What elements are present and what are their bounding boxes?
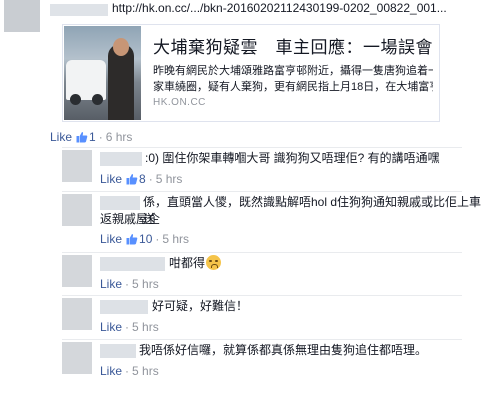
like-button[interactable]: Like — [100, 277, 122, 291]
link-preview-description-line: 家車繞圈，疑有人棄狗，更有網民指上月18日，在大埔富亨邨... — [153, 81, 433, 93]
commenter-avatar[interactable] — [62, 342, 92, 374]
commenter-avatar[interactable] — [62, 194, 92, 226]
commenter-avatar[interactable] — [62, 298, 92, 330]
commenter-avatar[interactable] — [62, 150, 92, 182]
comment-actions: Like · 5 hrs — [100, 277, 159, 291]
like-button[interactable]: Like — [50, 130, 72, 144]
comment-text: 咁都得 — [169, 255, 222, 272]
link-preview-card[interactable]: 大埔棄狗疑雲 車主回應：一場誤會 昨晚有網民於大埔頌雅路富亨邨附近，攝得一隻唐狗… — [62, 24, 440, 122]
smile-emoji-icon — [206, 255, 222, 270]
poster-name-redacted — [50, 4, 108, 16]
separator: · — [125, 320, 130, 334]
timestamp[interactable]: 5 hrs — [132, 320, 159, 334]
comment-text: :0) 圍住你架車轉嗰大哥 識狗狗又唔理佢? 有的講唔通嘿 — [145, 151, 440, 165]
like-button[interactable]: Like — [100, 364, 122, 378]
poster-avatar[interactable] — [4, 0, 40, 32]
separator: · — [155, 232, 160, 246]
comment-divider — [62, 339, 462, 340]
like-count[interactable]: 8 — [139, 172, 146, 186]
comment-actions: Like · 5 hrs — [100, 320, 159, 334]
commenter-name-redacted — [100, 152, 142, 166]
comment-actions: Like 8 · 5 hrs — [100, 172, 182, 186]
commenter-name-redacted — [100, 257, 165, 271]
timestamp[interactable]: 6 hrs — [106, 130, 133, 144]
like-count[interactable]: 10 — [139, 232, 152, 246]
link-preview-description-line: 昨晚有網民於大埔頌雅路富亨邨附近，攝得一隻唐狗追着一輛私 — [153, 65, 433, 77]
link-preview-domain: HK.ON.CC — [153, 97, 206, 108]
comment-divider — [62, 147, 462, 148]
link-preview-description: 昨晚有網民於大埔頌雅路富亨邨附近，攝得一隻唐狗追着一輛私 家車繞圈，疑有人棄狗，… — [153, 63, 433, 95]
comment-actions: Like · 5 hrs — [100, 364, 159, 378]
comment-text-content: 咁都得 — [169, 256, 206, 270]
link-preview-image[interactable] — [64, 26, 141, 120]
separator: · — [148, 172, 153, 186]
commenter-name-redacted — [100, 300, 148, 314]
post-link[interactable]: http://hk.on.cc/.../bkn-2016020211243019… — [112, 1, 447, 15]
separator: · — [125, 364, 130, 378]
like-count[interactable]: 1 — [89, 130, 96, 144]
comment-divider — [62, 191, 462, 192]
comment-actions: Like 10 · 5 hrs — [100, 232, 189, 246]
separator: · — [125, 277, 130, 291]
timestamp[interactable]: 5 hrs — [132, 277, 159, 291]
like-button[interactable]: Like — [100, 232, 122, 246]
comment-divider — [62, 295, 462, 296]
commenter-avatar[interactable] — [62, 255, 92, 287]
link-preview-title[interactable]: 大埔棄狗疑雲 車主回應：一場誤會 — [153, 33, 433, 58]
commenter-name-redacted — [100, 196, 140, 210]
like-button[interactable]: Like — [100, 172, 122, 186]
timestamp[interactable]: 5 hrs — [132, 364, 159, 378]
separator: · — [98, 130, 103, 144]
timestamp[interactable]: 5 hrs — [162, 232, 189, 246]
thumbs-up-icon — [126, 233, 138, 245]
comment-divider — [62, 252, 462, 253]
timestamp[interactable]: 5 hrs — [156, 172, 183, 186]
comment-text-line: 返親戚屋企 — [100, 212, 161, 226]
like-button[interactable]: Like — [100, 320, 122, 334]
commenter-name-redacted — [100, 344, 136, 358]
comment-text-line: 係，直頭當人儍，既然識點解唔hol d住狗狗通知親戚或比佢上車送 — [143, 195, 482, 226]
comment-text: 好可疑，好難信！ — [152, 299, 249, 313]
post-actions: Like 1 · 6 hrs — [50, 130, 132, 144]
thumbs-up-icon — [76, 131, 88, 143]
thumbs-up-icon — [126, 173, 138, 185]
comment-text: 我唔係好信囉，就算係都真係無理由隻狗追住都唔理。 — [139, 343, 428, 357]
